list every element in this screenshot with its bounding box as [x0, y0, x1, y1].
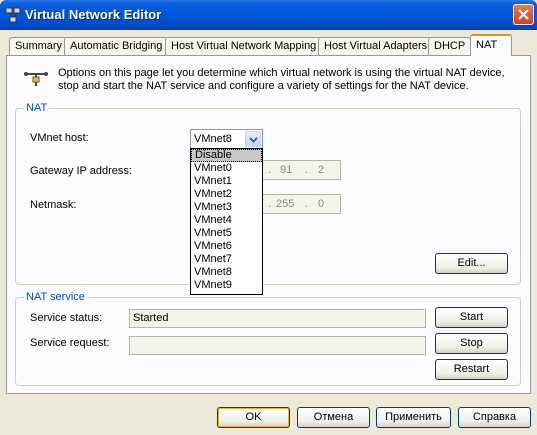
vmnet-host-dropdown-list[interactable]: Disable VMnet0 VMnet1 VMnet2 VMnet3 VMne…: [190, 148, 263, 295]
nat-network-icon: [24, 69, 48, 89]
service-status-value: Started: [133, 312, 169, 324]
tab-host-virtual-network-mapping[interactable]: Host Virtual Network Mapping: [165, 37, 323, 55]
dropdown-option-vmnet1[interactable]: VMnet1: [191, 175, 262, 188]
dropdown-option-vmnet4[interactable]: VMnet4: [191, 214, 262, 227]
ip-dot: .: [268, 164, 272, 176]
netmask-label: Netmask:: [30, 199, 77, 211]
chevron-down-icon: [249, 137, 258, 143]
dropdown-option-vmnet2[interactable]: VMnet2: [191, 188, 262, 201]
gateway-ip-label: Gateway IP address:: [30, 165, 132, 177]
close-icon: [518, 9, 529, 20]
vmnet-host-value: VMnet8: [194, 133, 232, 145]
nat-group-title: NAT: [24, 102, 50, 114]
dropdown-option-disable[interactable]: Disable: [191, 149, 262, 162]
description-text: Options on this page let you determine w…: [58, 67, 505, 92]
apply-button[interactable]: Применить: [376, 407, 451, 428]
ip-dot: .: [268, 198, 272, 210]
restart-button[interactable]: Restart: [435, 359, 508, 380]
ip-octet: 0: [318, 198, 325, 210]
network-editor-icon: [5, 7, 21, 23]
stop-button[interactable]: Stop: [435, 333, 508, 354]
vmnet-host-select[interactable]: VMnet8: [190, 129, 263, 149]
nat-service-group-title: NAT service: [24, 291, 87, 303]
title-bar[interactable]: Virtual Network Editor: [0, 0, 537, 30]
dropdown-option-vmnet9[interactable]: VMnet9: [191, 279, 262, 292]
dropdown-option-vmnet3[interactable]: VMnet3: [191, 201, 262, 214]
ip-dot: .: [305, 198, 309, 210]
tab-dhcp[interactable]: DHCP: [428, 37, 472, 55]
ip-octet: 2: [318, 164, 325, 176]
start-button[interactable]: Start: [435, 307, 508, 328]
service-status-field: Started: [129, 309, 426, 328]
dropdown-option-vmnet0[interactable]: VMnet0: [191, 162, 262, 175]
dropdown-option-vmnet5[interactable]: VMnet5: [191, 227, 262, 240]
edit-button[interactable]: Edit...: [435, 253, 508, 274]
cancel-button[interactable]: Отмена: [297, 407, 370, 428]
dropdown-arrow-button[interactable]: [245, 131, 261, 147]
tab-host-virtual-adapters[interactable]: Host Virtual Adapters: [318, 37, 434, 55]
ip-dot: .: [305, 164, 309, 176]
window-title: Virtual Network Editor: [25, 7, 162, 22]
service-status-label: Service status:: [30, 312, 103, 324]
service-request-label: Service request:: [30, 337, 110, 349]
help-button[interactable]: Справка: [458, 407, 531, 428]
tab-summary[interactable]: Summary: [9, 37, 69, 55]
dropdown-option-vmnet7[interactable]: VMnet7: [191, 253, 262, 266]
close-button[interactable]: [513, 4, 534, 25]
dropdown-option-vmnet6[interactable]: VMnet6: [191, 240, 262, 253]
vmnet-host-label: VMnet host:: [30, 132, 89, 144]
tab-automatic-bridging[interactable]: Automatic Bridging: [64, 37, 169, 55]
dropdown-option-vmnet8[interactable]: VMnet8: [191, 266, 262, 279]
virtual-network-editor-window: Virtual Network Editor Summary Automatic…: [0, 0, 537, 435]
ok-button[interactable]: OK: [217, 407, 290, 428]
ip-octet: 91: [280, 164, 293, 176]
tab-nat[interactable]: NAT: [470, 34, 512, 56]
service-request-field: [129, 336, 426, 355]
ip-octet: 255: [276, 198, 295, 210]
